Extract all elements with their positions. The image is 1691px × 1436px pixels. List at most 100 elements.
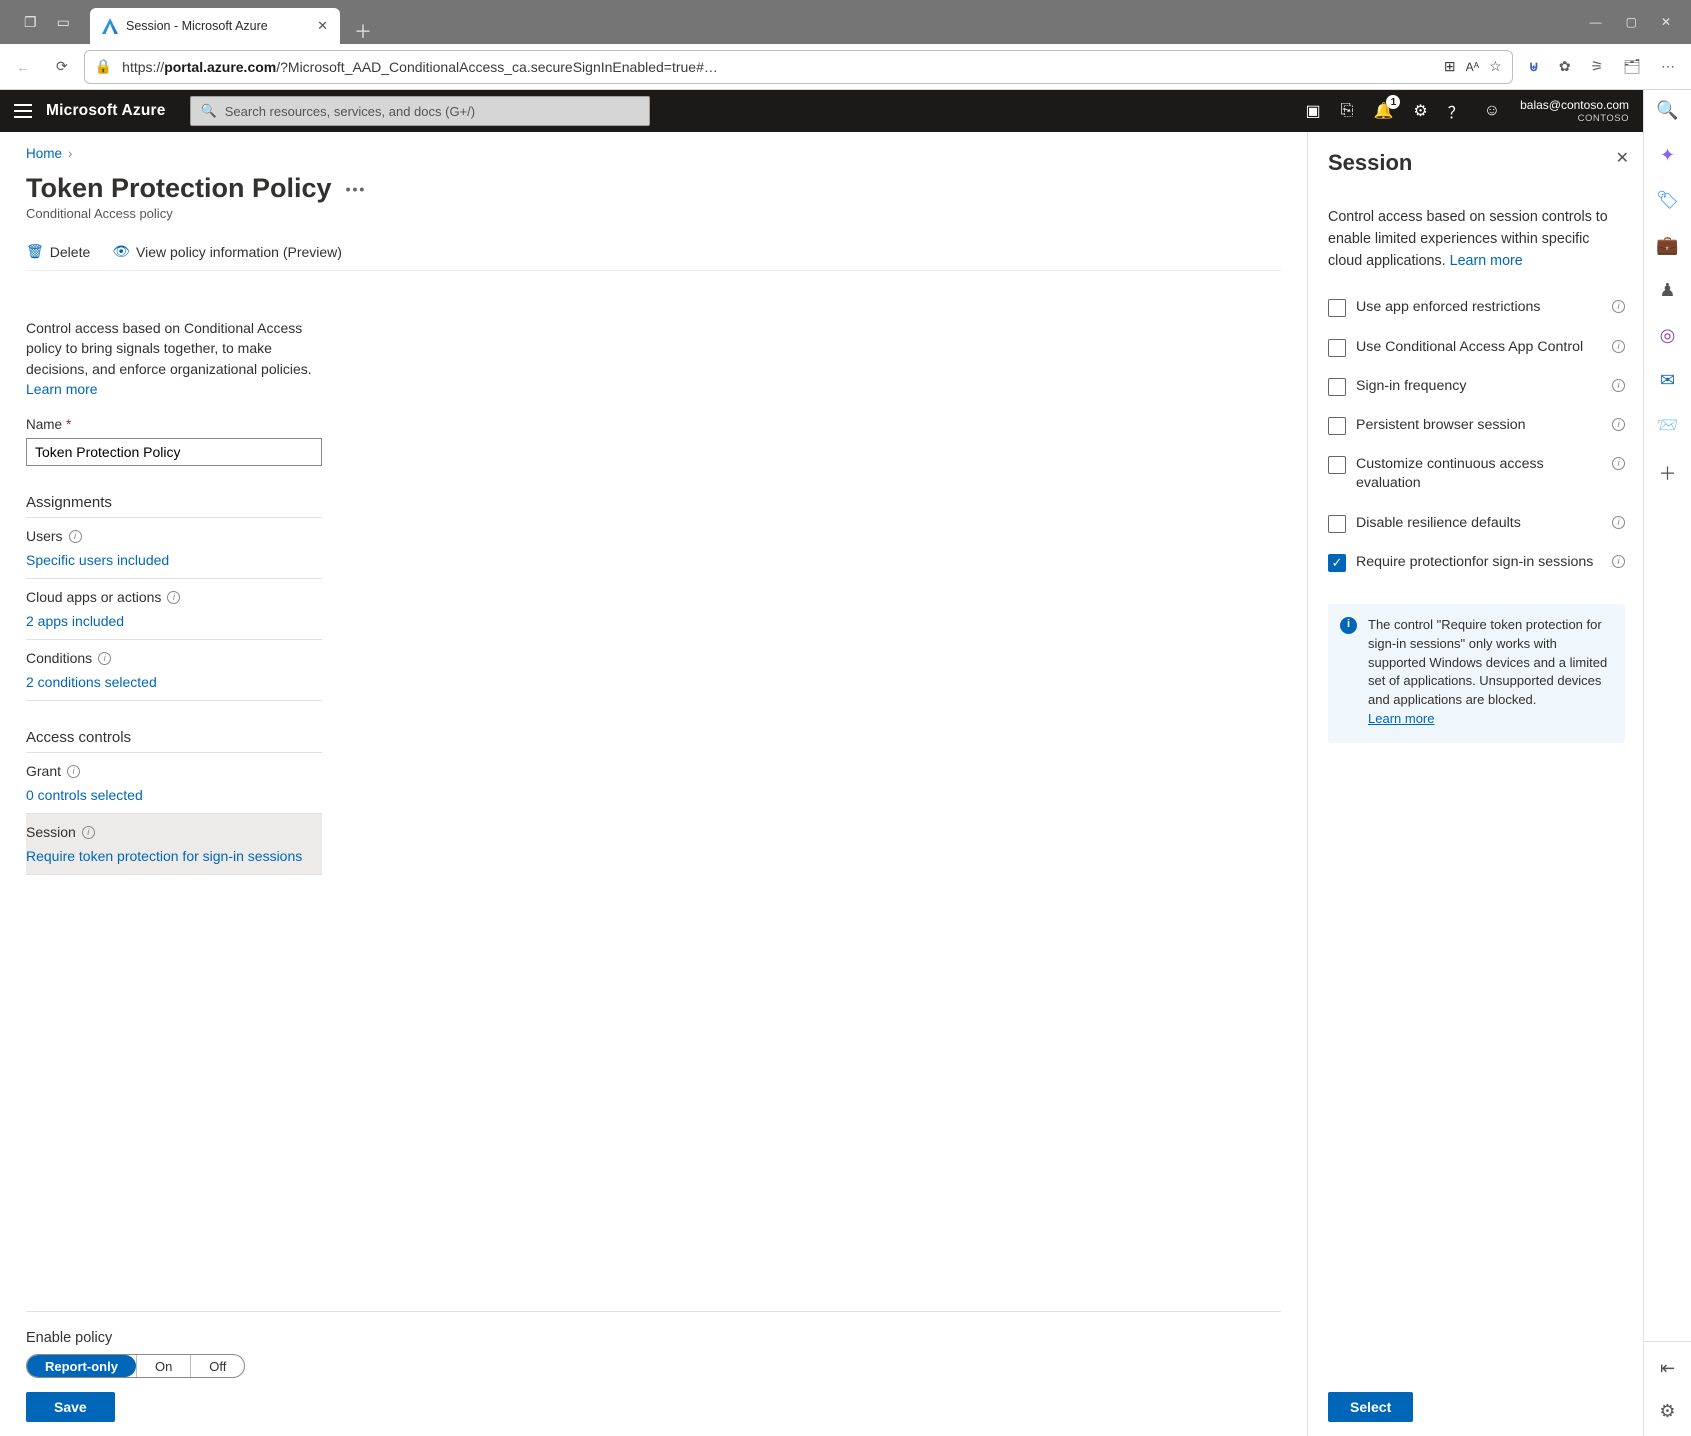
info-icon[interactable]: i (1612, 340, 1625, 353)
checkbox[interactable] (1328, 339, 1346, 357)
directories-icon[interactable]: ⎘ (1341, 102, 1354, 120)
workspace-icon[interactable]: ❐ (24, 14, 37, 31)
app-install-icon[interactable]: ⊞ (1444, 58, 1456, 75)
page-more-button[interactable]: ••• (346, 181, 367, 197)
window-restore-icon[interactable]: ▢ (1626, 15, 1637, 29)
collections-icon[interactable]: 🗂 (1623, 58, 1641, 75)
seg-on[interactable]: On (136, 1355, 190, 1377)
flyout-select-button[interactable]: Select (1328, 1392, 1413, 1422)
edge-sidebar-rail: 🔍 ✦ 🏷 💼 ♟ ◎ ✉ 📨 ＋ ⇤ ⚙ (1643, 90, 1691, 1436)
name-label: Name * (26, 417, 476, 432)
notifications-icon[interactable]: 🔔1 (1373, 101, 1393, 121)
info-icon[interactable]: i (82, 826, 95, 839)
url-text: https://portal.azure.com/?Microsoft_AAD_… (122, 59, 1434, 75)
window-minimize-icon[interactable]: — (1590, 15, 1602, 29)
main-pane: Home › Token Protection Policy ••• Condi… (0, 132, 1307, 1436)
seg-report-only[interactable]: Report-only (27, 1355, 136, 1377)
rail-wallet-icon[interactable]: 💼 (1656, 235, 1678, 256)
user-email: balas@contoso.com (1520, 98, 1629, 112)
info-learn-more-link[interactable]: Learn more (1368, 711, 1434, 726)
rail-games-icon[interactable]: ♟ (1659, 280, 1675, 301)
user-account[interactable]: balas@contoso.com CONTOSO (1520, 98, 1629, 124)
checkbox[interactable] (1328, 299, 1346, 317)
browser-tab-active[interactable]: Session - Microsoft Azure ✕ (90, 8, 340, 44)
extensions-menu-icon[interactable]: ✿ (1559, 58, 1571, 75)
rail-sparkle-icon[interactable]: ✦ (1660, 145, 1675, 166)
policy-learn-more-link[interactable]: Learn more (26, 381, 98, 397)
breadcrumb-home[interactable]: Home (26, 146, 62, 161)
azure-brand[interactable]: Microsoft Azure (46, 102, 166, 120)
access-session[interactable]: Session i Require token protection for s… (26, 814, 322, 875)
rail-office-icon[interactable]: ◎ (1660, 325, 1676, 346)
chk-disable-resilience[interactable]: Disable resilience defaults i (1328, 514, 1625, 533)
info-icon[interactable]: i (1612, 379, 1625, 392)
chk-signin-frequency[interactable]: Sign-in frequency i (1328, 377, 1625, 396)
checkbox[interactable] (1328, 456, 1346, 474)
users-value[interactable]: Specific users included (26, 544, 322, 572)
save-button[interactable]: Save (26, 1392, 115, 1422)
address-bar[interactable]: 🔒 https://portal.azure.com/?Microsoft_AA… (84, 50, 1513, 84)
checkbox[interactable] (1328, 378, 1346, 396)
conditions-value[interactable]: 2 conditions selected (26, 666, 322, 694)
enable-policy-toggle[interactable]: Report-only On Off (26, 1354, 245, 1378)
favorite-icon[interactable]: ☆ (1489, 58, 1502, 75)
cloud-shell-icon[interactable]: ▣ (1306, 101, 1321, 121)
azure-favicon-icon (102, 18, 118, 34)
favorites-bar-icon[interactable]: ⚞ (1591, 58, 1604, 75)
checkbox-checked[interactable]: ✓ (1328, 554, 1346, 572)
new-tab-button[interactable]: ＋ (340, 18, 386, 44)
nav-refresh-icon[interactable]: ⟳ (56, 58, 68, 75)
portal-menu-button[interactable] (14, 104, 32, 118)
rail-settings-icon[interactable]: ⚙ (1659, 1401, 1675, 1422)
access-grant[interactable]: Grant i 0 controls selected (26, 753, 322, 814)
nav-back-icon[interactable]: ← (16, 59, 30, 75)
info-icon[interactable]: i (69, 530, 82, 543)
assignment-users[interactable]: Users i Specific users included (26, 518, 322, 579)
seg-off[interactable]: Off (190, 1355, 244, 1377)
rail-outlook-icon[interactable]: ✉ (1660, 370, 1675, 391)
chk-cae[interactable]: Customize continuous access evaluation i (1328, 455, 1625, 493)
flyout-intro: Control access based on session controls… (1328, 206, 1625, 272)
rail-send-icon[interactable]: 📨 (1656, 415, 1678, 436)
delete-button[interactable]: 🗑 Delete (26, 243, 90, 260)
info-icon[interactable]: i (167, 591, 180, 604)
info-icon[interactable]: i (1612, 555, 1625, 568)
session-value[interactable]: Require token protection for sign-in ses… (26, 840, 322, 868)
view-policy-info-button[interactable]: 👁 View policy information (Preview) (112, 243, 342, 260)
chk-persistent-browser[interactable]: Persistent browser session i (1328, 416, 1625, 435)
rail-add-icon[interactable]: ＋ (1659, 460, 1677, 486)
apps-value[interactable]: 2 apps included (26, 605, 322, 633)
search-icon: 🔍 (201, 103, 217, 119)
window-close-icon[interactable]: ✕ (1661, 15, 1671, 29)
chk-app-enforced[interactable]: Use app enforced restrictions i (1328, 298, 1625, 317)
grant-value[interactable]: 0 controls selected (26, 779, 322, 807)
rail-tag-icon[interactable]: 🏷 (1656, 190, 1679, 211)
info-icon[interactable]: i (1612, 516, 1625, 529)
browser-address-row: ← ⟳ 🔒 https://portal.azure.com/?Microsof… (0, 44, 1691, 90)
checkbox[interactable] (1328, 515, 1346, 533)
portal-search-input[interactable]: 🔍 Search resources, services, and docs (… (190, 96, 650, 126)
extension-icon-1[interactable]: ⊎ (1529, 58, 1539, 75)
flyout-close-icon[interactable]: ✕ (1616, 148, 1629, 168)
info-icon[interactable]: i (98, 652, 111, 665)
read-aloud-icon[interactable]: Aᴬ (1466, 60, 1479, 74)
checkbox[interactable] (1328, 417, 1346, 435)
chk-ca-app-control[interactable]: Use Conditional Access App Control i (1328, 338, 1625, 357)
settings-gear-icon[interactable]: ⚙ (1413, 101, 1427, 121)
user-org: CONTOSO (1520, 113, 1629, 124)
tabs-aside-icon[interactable]: ▭ (57, 14, 70, 31)
info-icon[interactable]: i (1612, 418, 1625, 431)
browser-menu-icon[interactable]: ⋯ (1661, 58, 1675, 75)
help-icon[interactable]: ？ (1448, 99, 1464, 123)
assignment-apps[interactable]: Cloud apps or actions i 2 apps included (26, 579, 322, 640)
rail-collapse-icon[interactable]: ⇤ (1660, 1358, 1675, 1379)
feedback-icon[interactable]: ☺ (1484, 102, 1500, 120)
rail-search-icon[interactable]: 🔍 (1656, 100, 1678, 121)
policy-name-input[interactable] (26, 438, 322, 466)
notification-badge: 1 (1386, 95, 1400, 109)
chk-require-protection[interactable]: ✓ Require protectionfor sign-in sessions… (1328, 553, 1625, 572)
info-icon[interactable]: i (67, 765, 80, 778)
flyout-learn-more-link[interactable]: Learn more (1450, 253, 1523, 269)
assignment-conditions[interactable]: Conditions i 2 conditions selected (26, 640, 322, 701)
tab-close-icon[interactable]: ✕ (317, 18, 328, 34)
